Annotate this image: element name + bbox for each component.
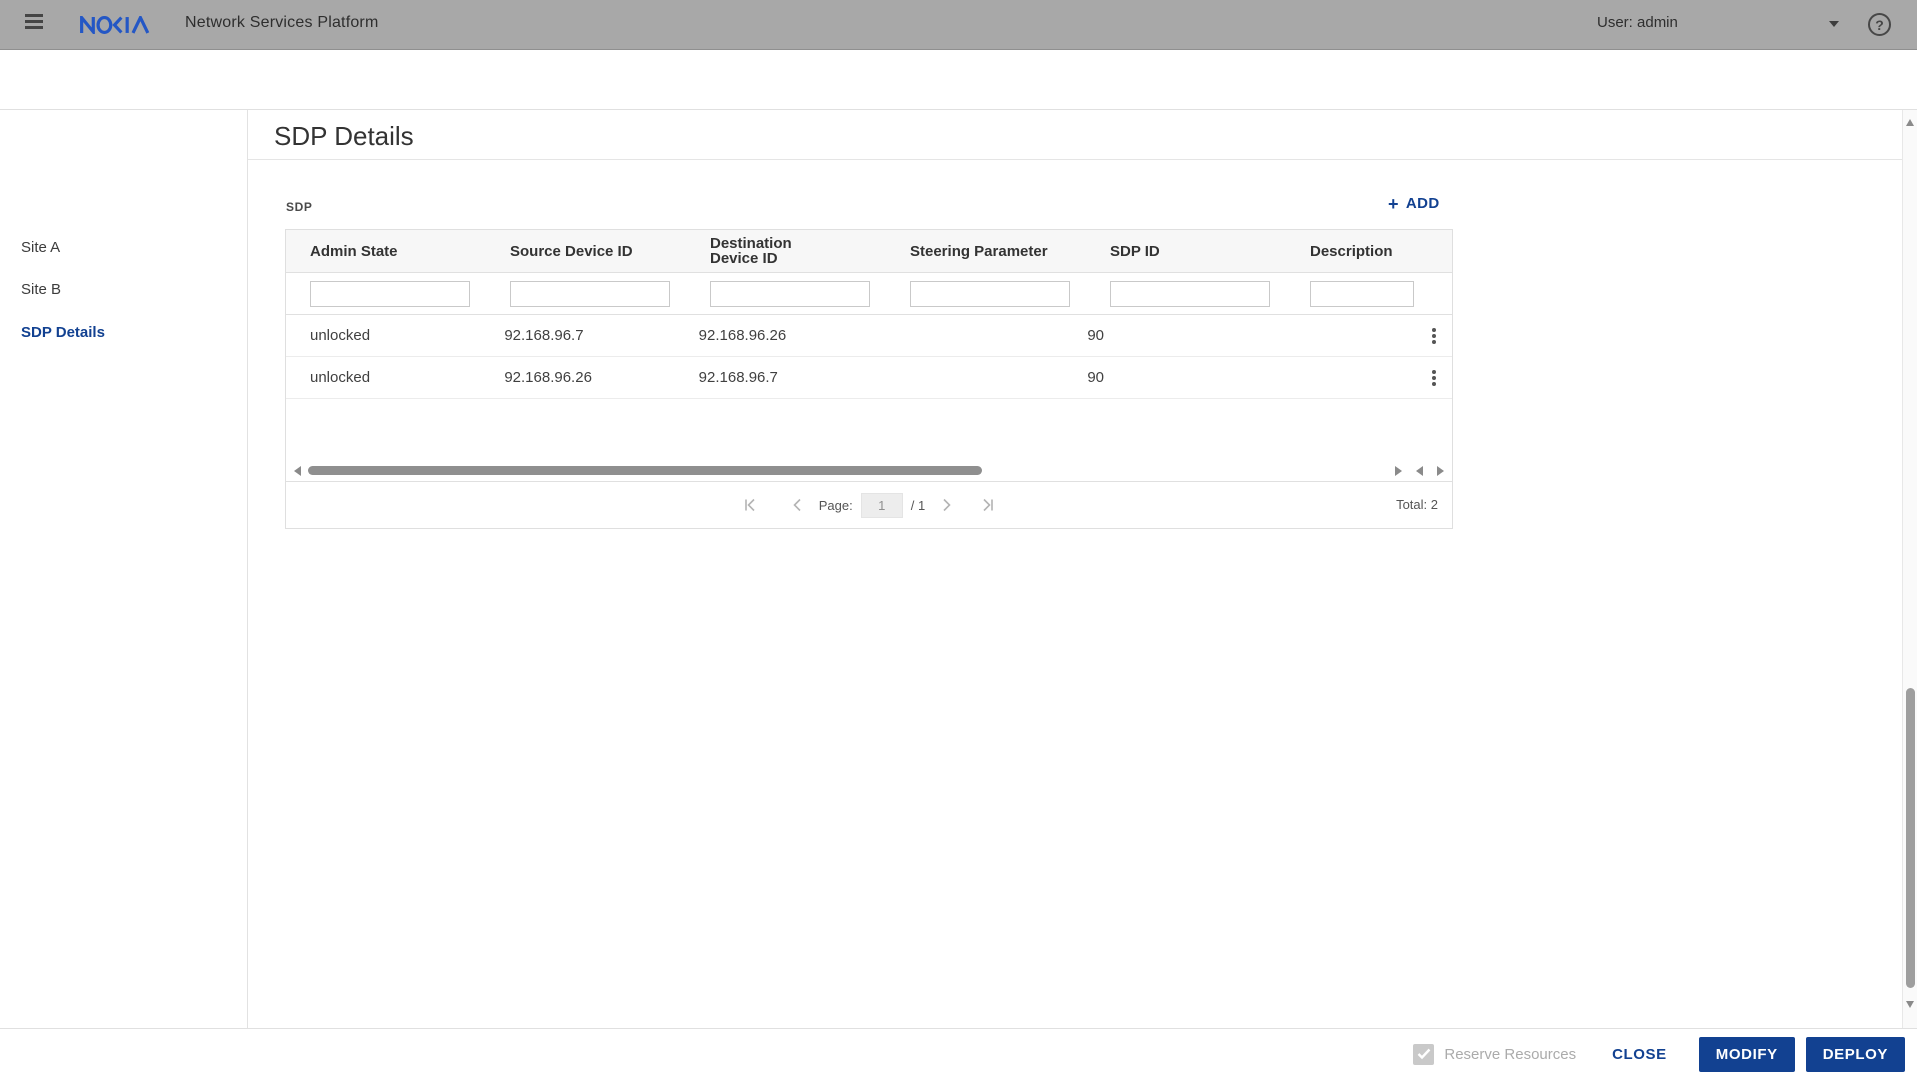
scroll-down-icon[interactable] bbox=[1906, 1001, 1914, 1008]
app-title: Network Services Platform bbox=[185, 14, 379, 31]
topbar: Network Services Platform User: admin ? bbox=[0, 0, 1917, 50]
deploy-button[interactable]: DEPLOY bbox=[1805, 1036, 1905, 1072]
chevron-down-icon[interactable] bbox=[1829, 21, 1839, 27]
row-menu-button[interactable] bbox=[1422, 323, 1446, 349]
add-button[interactable]: + ADD bbox=[1388, 193, 1440, 214]
cell-destination-device-id: 92.168.96.7 bbox=[698, 369, 778, 386]
add-button-label: ADD bbox=[1405, 195, 1440, 212]
filter-input-destination-device-id[interactable] bbox=[710, 280, 870, 307]
help-icon: ? bbox=[1875, 16, 1884, 33]
main-content: SDP Details SDP + ADD Admin State Source… bbox=[248, 110, 1902, 1028]
cell-source-device-id: 92.168.96.26 bbox=[504, 369, 592, 386]
cell-destination-device-id: 92.168.96.26 bbox=[698, 327, 787, 344]
page-header: Edit Service: DemoEpipe bbox=[0, 50, 1917, 148]
page-label: Page: bbox=[818, 497, 853, 513]
column-header-description[interactable]: Description bbox=[1286, 244, 1452, 259]
hamburger-icon bbox=[25, 14, 43, 17]
kebab-icon bbox=[1432, 328, 1436, 332]
prev-page-button[interactable] bbox=[791, 497, 803, 513]
scroll-up-icon[interactable] bbox=[1906, 119, 1914, 126]
reserve-resources-checkbox[interactable] bbox=[1413, 1043, 1435, 1065]
nokia-logo bbox=[80, 13, 150, 39]
close-button[interactable]: CLOSE bbox=[1612, 1046, 1667, 1063]
sdp-table: Admin State Source Device ID Destination… bbox=[285, 229, 1453, 529]
scroll-right-icon[interactable] bbox=[1395, 466, 1402, 476]
column-header-admin-state[interactable]: Admin State bbox=[286, 244, 486, 259]
sidebar-item-site-a[interactable]: Site A bbox=[21, 239, 60, 256]
table-header-row: Admin State Source Device ID Destination… bbox=[286, 230, 1452, 273]
pagination-bar: Page: 1 / 1 Total: 2 bbox=[286, 482, 1452, 528]
vertical-scrollbar-thumb[interactable] bbox=[1906, 688, 1915, 988]
column-header-sdp-id[interactable]: SDP ID bbox=[1086, 244, 1286, 259]
cell-source-device-id: 92.168.96.7 bbox=[504, 327, 584, 344]
sidebar-item-sdp-details[interactable]: SDP Details bbox=[21, 324, 105, 341]
plus-icon: + bbox=[1388, 193, 1399, 214]
cell-admin-state: unlocked bbox=[310, 327, 371, 344]
footer-action-bar: Reserve Resources CLOSE MODIFY DEPLOY bbox=[0, 1028, 1917, 1079]
next-page-button[interactable] bbox=[941, 497, 953, 513]
table-row[interactable]: unlocked 92.168.96.7 92.168.96.26 90 bbox=[286, 315, 1452, 357]
filter-input-steering-parameter[interactable] bbox=[910, 280, 1070, 307]
user-menu[interactable]: User: admin bbox=[1597, 14, 1678, 31]
help-button[interactable]: ? bbox=[1868, 13, 1891, 36]
filter-input-source-device-id[interactable] bbox=[510, 280, 670, 307]
page-total-label: / 1 bbox=[910, 497, 926, 513]
column-header-destination-device-id[interactable]: Destination Device ID bbox=[686, 236, 886, 266]
sidebar-item-site-b[interactable]: Site B bbox=[21, 281, 61, 298]
sdp-panel-label: SDP bbox=[286, 200, 313, 214]
first-page-button[interactable] bbox=[741, 497, 759, 513]
kebab-icon bbox=[1432, 370, 1436, 374]
cell-sdp-id: 90 bbox=[1087, 369, 1104, 386]
horizontal-scrollbar[interactable] bbox=[286, 459, 1452, 482]
column-header-steering-parameter[interactable]: Steering Parameter bbox=[886, 244, 1086, 259]
table-filter-row bbox=[286, 273, 1452, 315]
total-count: Total: 2 bbox=[1396, 497, 1438, 512]
filter-input-admin-state[interactable] bbox=[310, 280, 470, 307]
app-root: Network Services Platform User: admin ? … bbox=[0, 0, 1917, 1079]
last-page-button[interactable] bbox=[979, 497, 997, 513]
section-title: SDP Details bbox=[274, 121, 414, 151]
table-row[interactable]: unlocked 92.168.96.26 92.168.96.7 90 bbox=[286, 357, 1452, 399]
row-menu-button[interactable] bbox=[1422, 365, 1446, 391]
check-icon bbox=[1417, 1048, 1431, 1060]
column-scroll-left-icon[interactable] bbox=[1416, 466, 1423, 476]
cell-admin-state: unlocked bbox=[310, 369, 371, 386]
column-header-source-device-id[interactable]: Source Device ID bbox=[486, 244, 686, 259]
filter-input-description[interactable] bbox=[1310, 280, 1414, 307]
menu-button[interactable] bbox=[25, 14, 43, 36]
vertical-scrollbar[interactable] bbox=[1902, 110, 1917, 1028]
sidebar: Site A Site B SDP Details bbox=[0, 110, 248, 1028]
filter-input-sdp-id[interactable] bbox=[1110, 280, 1270, 307]
scroll-left-icon[interactable] bbox=[294, 466, 301, 476]
column-scroll-right-icon[interactable] bbox=[1437, 466, 1444, 476]
horizontal-scrollbar-thumb[interactable] bbox=[308, 466, 982, 475]
page-input[interactable]: 1 bbox=[860, 492, 903, 518]
modify-button[interactable]: MODIFY bbox=[1698, 1036, 1795, 1072]
reserve-resources-label: Reserve Resources bbox=[1444, 1045, 1577, 1063]
cell-sdp-id: 90 bbox=[1087, 327, 1104, 344]
